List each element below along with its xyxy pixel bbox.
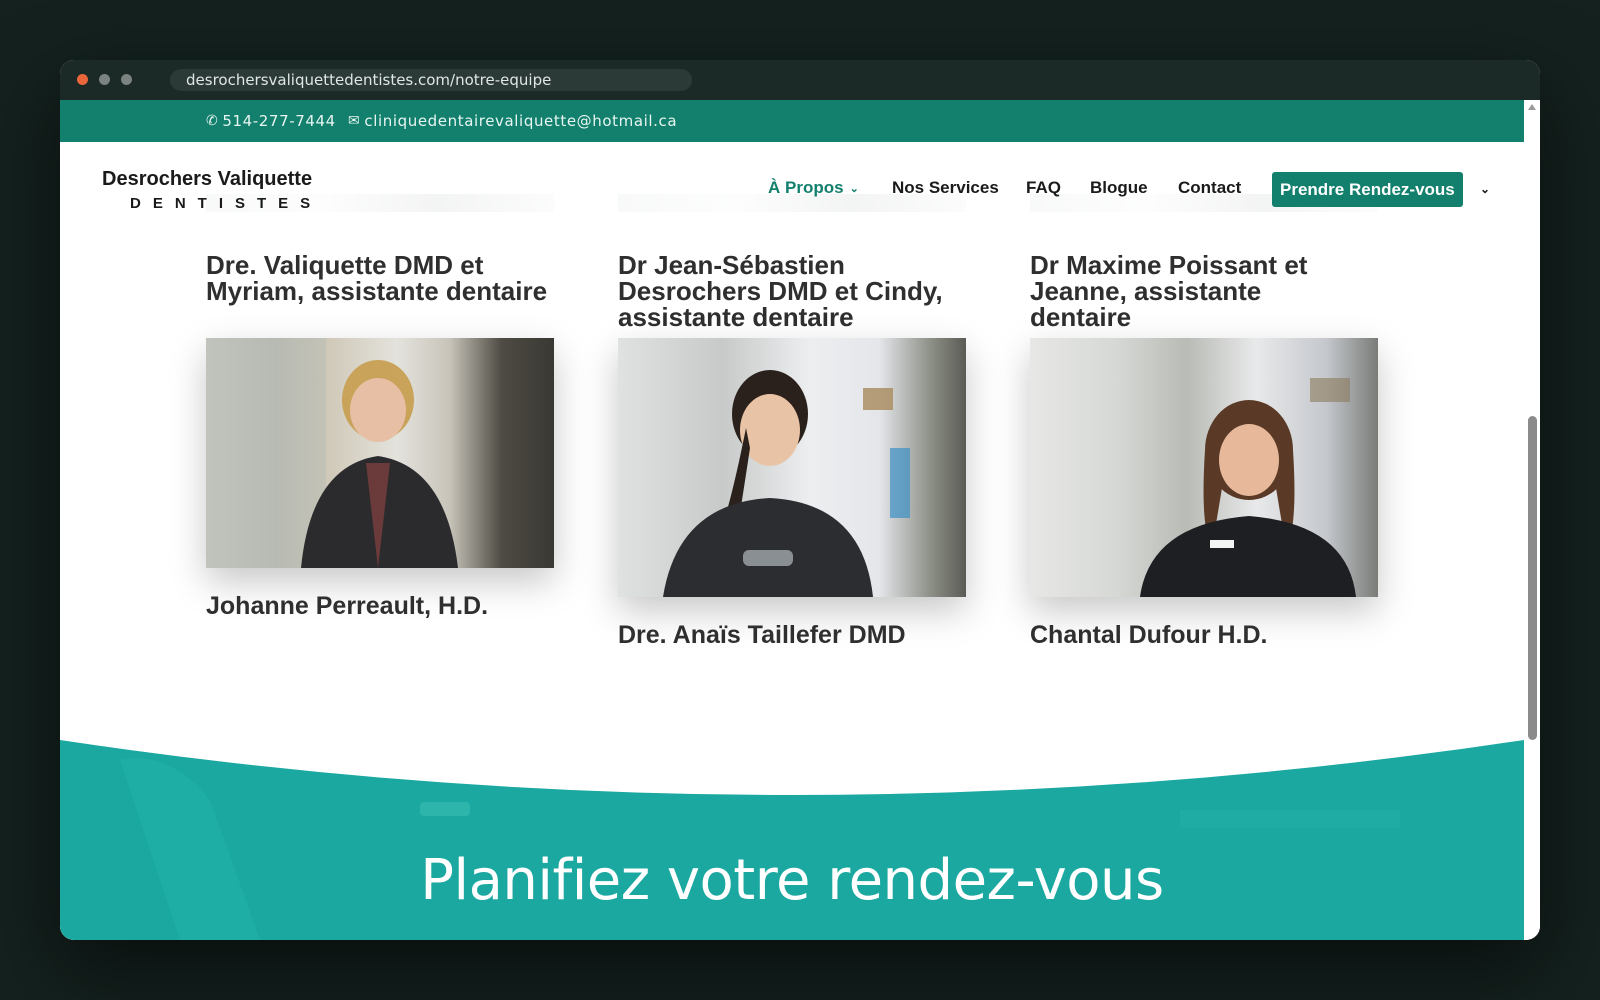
team-member-name: Dr Jean-Sébastien Desrochers DMD et Cind… xyxy=(618,252,943,330)
nav-apropos[interactable]: À Propos ⌄ xyxy=(768,178,859,198)
browser-window: desrochersvaliquettedentistes.com/notre-… xyxy=(60,60,1540,940)
maximize-window-button[interactable] xyxy=(121,74,132,85)
phone-icon: ✆ xyxy=(206,113,219,129)
name-line: Dr Maxime Poissant et xyxy=(1030,250,1308,280)
team-photo-anais xyxy=(618,338,966,597)
page-viewport: Dre. Valiquette DMD et Myriam, assistant… xyxy=(60,100,1524,940)
team-photo-johanne xyxy=(206,338,554,568)
logo-subtitle: DENTISTES xyxy=(130,195,323,212)
portrait-illustration xyxy=(663,370,910,597)
team-member-name: Dre. Anaïs Taillefer DMD xyxy=(618,621,906,649)
browser-chrome: desrochersvaliquettedentistes.com/notre-… xyxy=(60,60,1540,100)
chevron-down-icon: ⌄ xyxy=(849,182,859,195)
name-line: Dr Jean-Sébastien xyxy=(618,250,845,280)
close-window-button[interactable] xyxy=(77,74,88,85)
chevron-down-icon[interactable]: ⌄ xyxy=(1480,182,1490,196)
portrait-illustration xyxy=(1140,378,1356,597)
appointment-heading: Planifiez votre rendez-vous xyxy=(420,848,1164,913)
nav-blogue[interactable]: Blogue xyxy=(1090,178,1148,198)
team-member-name: Dr Maxime Poissant et Jeanne, assistante… xyxy=(1030,252,1307,330)
team-member-name: Dre. Valiquette DMD et Myriam, assistant… xyxy=(206,252,547,304)
name-line: assistante dentaire xyxy=(618,302,854,332)
nav-services[interactable]: Nos Services xyxy=(892,178,999,198)
name-line: Myriam, assistante dentaire xyxy=(206,276,548,306)
phone-link[interactable]: ✆ 514-277-7444 xyxy=(206,100,336,142)
nav-faq[interactable]: FAQ xyxy=(1026,178,1061,198)
book-appointment-button[interactable]: Prendre Rendez-vous xyxy=(1272,172,1463,207)
envelope-icon: ✉ xyxy=(348,113,361,129)
name-line: Dre. Valiquette DMD et xyxy=(206,250,484,280)
team-photo-chantal xyxy=(1030,338,1378,597)
team-member-name: Chantal Dufour H.D. xyxy=(1030,621,1268,649)
name-line: Jeanne, assistante xyxy=(1030,276,1262,306)
scrollbar-thumb[interactable] xyxy=(1528,416,1537,740)
site-header: Desrochers Valiquette DENTISTES À Propos… xyxy=(60,142,1524,234)
address-bar[interactable]: desrochersvaliquettedentistes.com/notre-… xyxy=(170,69,692,91)
phone-number: 514-277-7444 xyxy=(222,112,336,130)
nav-label: À Propos xyxy=(768,178,844,197)
minimize-window-button[interactable] xyxy=(99,74,110,85)
logo-name: Desrochers Valiquette xyxy=(102,168,313,190)
scroll-up-arrow-icon[interactable] xyxy=(1528,104,1536,110)
email-address: cliniquedentairevaliquette@hotmail.ca xyxy=(364,112,678,130)
portrait-illustration xyxy=(206,338,458,568)
name-line: dentaire xyxy=(1030,302,1132,332)
page-scrollbar[interactable] xyxy=(1524,100,1540,940)
email-link[interactable]: ✉ cliniquedentairevaliquette@hotmail.ca xyxy=(348,100,677,142)
contact-topbar: ✆ 514-277-7444 ✉ cliniquedentairevalique… xyxy=(60,100,1524,142)
name-line: Desrochers DMD et Cindy, xyxy=(618,276,943,306)
team-member-name: Johanne Perreault, H.D. xyxy=(206,592,489,620)
nav-contact[interactable]: Contact xyxy=(1178,178,1241,198)
